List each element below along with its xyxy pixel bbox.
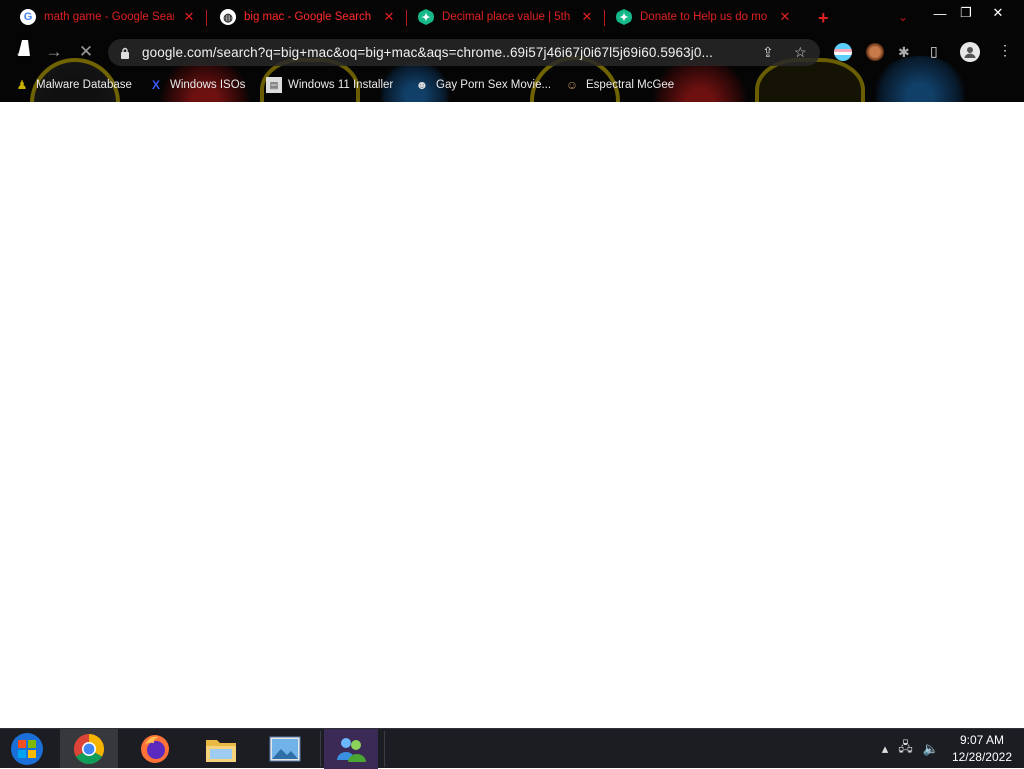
tab-close-icon[interactable]: ✕ [382, 9, 396, 25]
taskbar-firefox[interactable] [126, 729, 184, 769]
tab-title: big mac - Google Search [244, 11, 372, 23]
tab-close-icon[interactable]: ✕ [182, 9, 196, 25]
taskbar-photo-viewer[interactable] [256, 729, 314, 769]
minimize-icon[interactable]: — [926, 4, 954, 22]
network-icon[interactable]: 🖧 [898, 738, 913, 760]
avatar-icon: ☻ [415, 78, 429, 92]
folder-icon [206, 740, 236, 762]
bookmark-windows-11-installer[interactable]: ▤ Windows 11 Installer [266, 76, 393, 94]
menu-kebab-icon[interactable]: ⋮ [998, 42, 1012, 59]
browser-frame: G math game - Google Sear ✕ ◍ big mac - … [0, 0, 1024, 102]
address-bar[interactable]: google.com/search?q=big+mac&oq=big+mac&a… [108, 39, 820, 66]
chrome-icon [73, 734, 105, 765]
bookmark-label: Gay Porn Sex Movie... [436, 79, 552, 91]
clock-date: 12/28/2022 [951, 750, 1012, 764]
taskbar-divider [384, 731, 385, 767]
taskbar-messenger[interactable] [324, 729, 378, 769]
flag-extension-icon[interactable] [834, 43, 852, 61]
bookmark-label: Malware Database [36, 79, 132, 91]
puzzle-extensions-icon[interactable]: ✱ [898, 44, 910, 61]
side-panel-icon[interactable]: ▯ [930, 43, 938, 60]
restore-icon[interactable]: ❐ [952, 4, 980, 22]
bookmark-label: Windows 11 Installer [288, 79, 394, 91]
tab-title: Donate to Help us do mo [640, 11, 768, 23]
loading-icon: ◍ [220, 9, 236, 25]
firefox-icon [141, 735, 169, 763]
bookmark-gay-porn-sex-movie[interactable]: ☻ Gay Porn Sex Movie... [414, 76, 551, 94]
bookmark-label: Windows ISOs [170, 79, 246, 91]
bookmarks-bar: ♟ Malware Database X Windows ISOs ▤ Wind… [0, 74, 1024, 96]
x-logo-icon: X [151, 78, 160, 92]
profile-avatar-icon[interactable] [960, 42, 980, 62]
chevron-down-icon[interactable]: ⌄ [898, 10, 908, 24]
messenger-people-icon [337, 738, 366, 762]
bookmark-label: Espectral McGee [586, 79, 675, 91]
tab-big-mac[interactable]: ◍ big mac - Google Search ✕ [208, 4, 396, 30]
tab-decimal-place-value[interactable]: ✦ Decimal place value | 5th ✕ [406, 4, 594, 30]
start-button[interactable] [0, 729, 54, 769]
windows-orb-icon [11, 733, 43, 765]
google-g-icon: G [20, 9, 36, 25]
tab-donate[interactable]: ✦ Donate to Help us do mo ✕ [604, 4, 792, 30]
forward-arrow-icon[interactable]: → [42, 40, 66, 64]
khan-academy-icon: ✦ [418, 9, 434, 25]
tab-strip: G math game - Google Sear ✕ ◍ big mac - … [0, 4, 1024, 30]
share-icon[interactable]: ⇪ [762, 44, 774, 61]
bookmark-malware-database[interactable]: ♟ Malware Database [14, 76, 132, 94]
avatar-extension-icon[interactable] [866, 43, 884, 61]
show-hidden-icons-chevron-icon[interactable]: ▴ [882, 741, 889, 757]
new-tab-plus-icon[interactable]: + [818, 8, 829, 29]
taskbar-divider [320, 731, 321, 767]
taskbar-file-explorer[interactable] [192, 729, 250, 769]
page-icon: ▤ [266, 77, 282, 93]
tab-math-game[interactable]: G math game - Google Sear ✕ [8, 4, 196, 30]
bookmark-star-icon[interactable]: ☆ [794, 44, 807, 61]
system-tray: ▴ 🖧 🔈 9:07 AM 12/28/2022 [877, 729, 1024, 769]
taskbar: ▴ 🖧 🔈 9:07 AM 12/28/2022 [0, 728, 1024, 769]
browser-toolbar: ← → ✕ google.com/search?q=big+mac&oq=big… [0, 36, 1024, 68]
face-icon: ☺ [565, 78, 579, 92]
tab-close-icon[interactable]: ✕ [580, 9, 594, 25]
clock-time: 9:07 AM [959, 733, 1004, 747]
tab-title: math game - Google Sear [44, 11, 174, 23]
taskbar-chrome[interactable] [60, 729, 118, 769]
bookmark-espectral-mcgee[interactable]: ☺ Espectral McGee [564, 76, 674, 94]
lock-icon[interactable] [120, 47, 132, 59]
page-content[interactable] [0, 102, 1024, 728]
tab-close-icon[interactable]: ✕ [778, 9, 792, 25]
volume-icon[interactable]: 🔈 [923, 741, 939, 757]
url-text[interactable]: google.com/search?q=big+mac&oq=big+mac&a… [142, 45, 762, 60]
khan-academy-icon: ✦ [616, 9, 632, 25]
bookmark-windows-isos[interactable]: X Windows ISOs [148, 76, 245, 94]
picture-icon [269, 736, 301, 762]
person-icon: ♟ [16, 78, 28, 92]
taskbar-clock[interactable]: 9:07 AM 12/28/2022 [952, 732, 1012, 766]
stop-loading-icon[interactable]: ✕ [74, 40, 98, 64]
tab-title: Decimal place value | 5th [442, 11, 571, 23]
close-window-icon[interactable]: ✕ [984, 4, 1012, 22]
tab-separator [206, 10, 207, 26]
